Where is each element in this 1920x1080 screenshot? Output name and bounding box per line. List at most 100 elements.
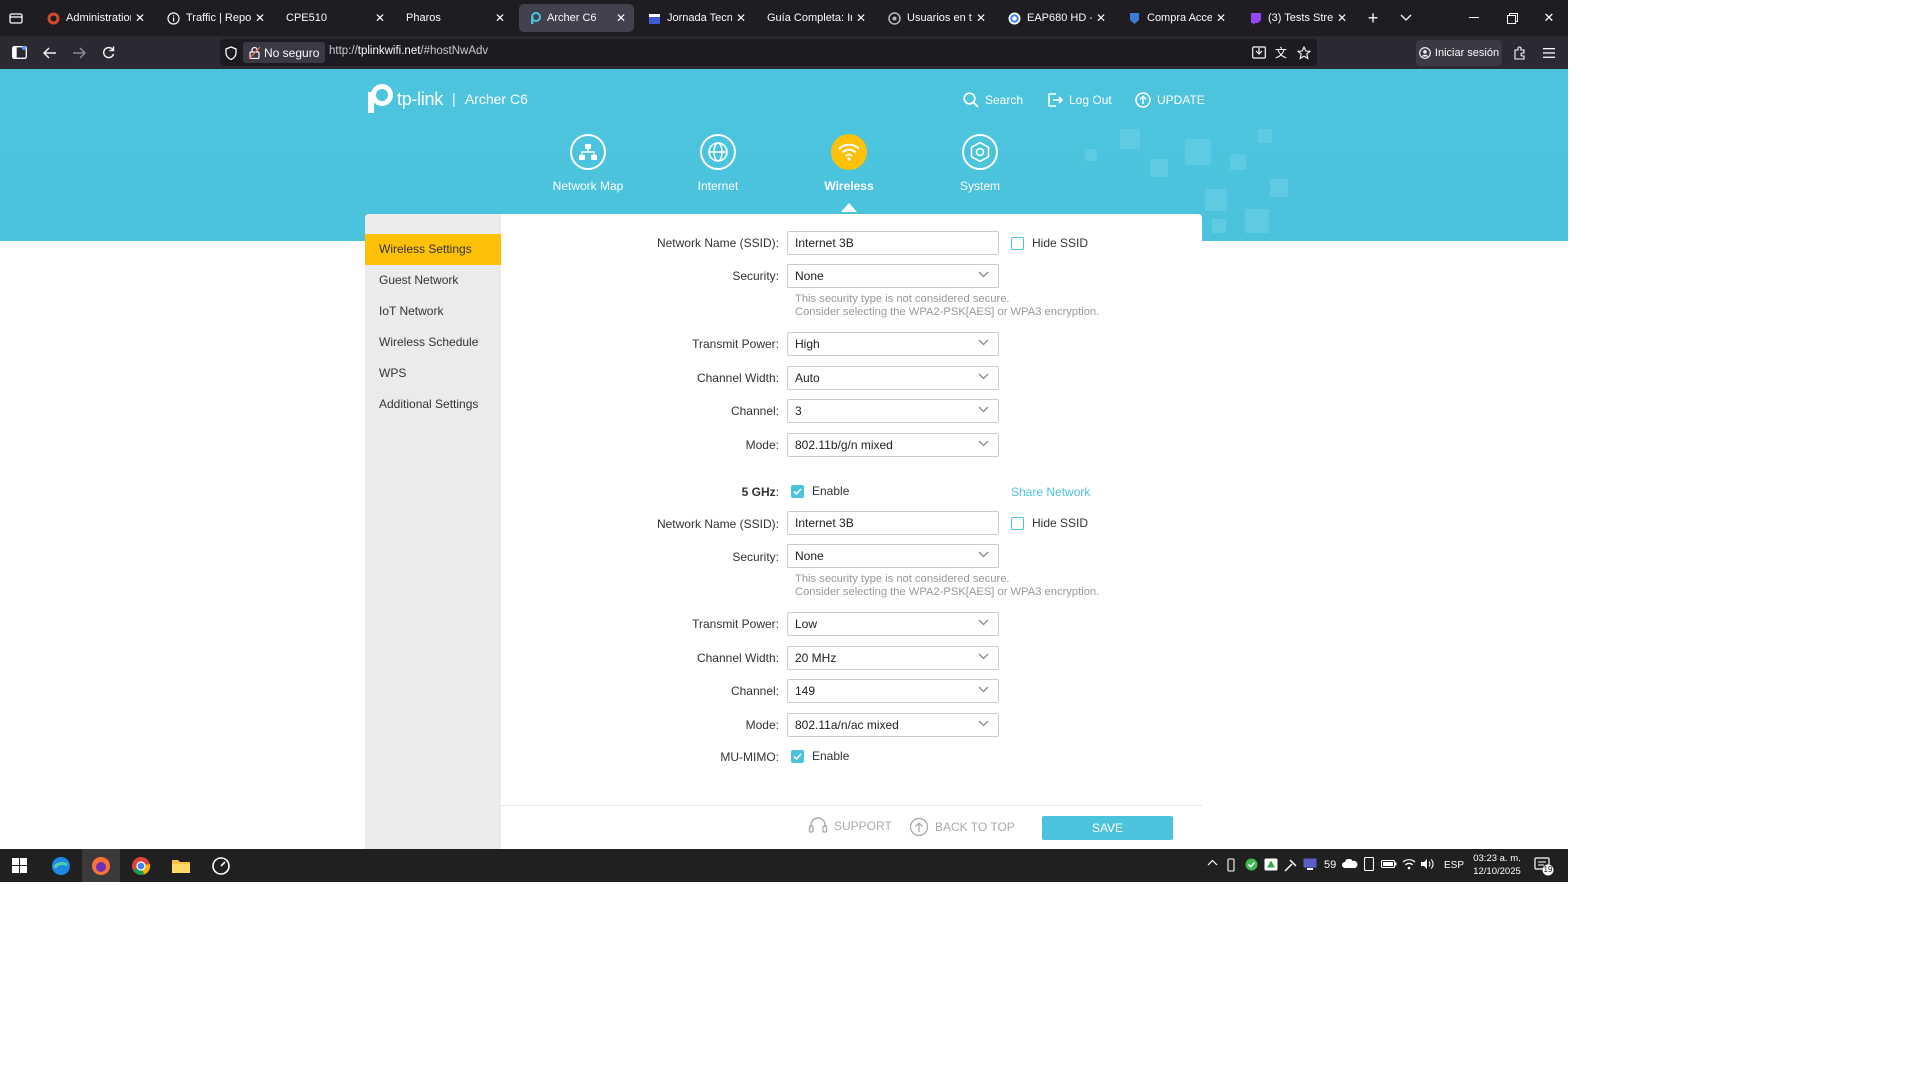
logo-separator: |	[451, 90, 456, 108]
sign-in-button[interactable]: Iniciar sesión	[1416, 40, 1502, 66]
app-menu-icon[interactable]	[1540, 44, 1558, 61]
browser-tab[interactable]: Administration | ✕	[38, 4, 153, 32]
security-select-5ghz[interactable]: None	[787, 544, 999, 568]
nav-label: System	[959, 179, 1000, 193]
nav-wireless[interactable]: Wireless	[804, 134, 894, 193]
onedrive-icon[interactable]	[1342, 859, 1358, 869]
browser-tab[interactable]: Compra Access P ✕	[1119, 4, 1234, 32]
logout-button[interactable]: Log Out	[1047, 92, 1112, 108]
url-text[interactable]: http://tplinkwifi.net/#hostNwAdv	[329, 45, 488, 57]
google-drive-icon[interactable]	[1264, 858, 1278, 871]
insecure-connection-badge[interactable]: No seguro	[243, 42, 326, 63]
url-bar[interactable]: No seguro http://tplinkwifi.net/#hostNwA…	[220, 39, 1317, 66]
close-tab-icon[interactable]: ✕	[616, 11, 626, 25]
close-tab-icon[interactable]: ✕	[1337, 11, 1347, 25]
browser-tab[interactable]: (3) Tests Stream ✕	[1240, 4, 1355, 32]
tplink-logo[interactable]: tp-link | Archer C6	[365, 84, 528, 114]
firefox-icon[interactable]	[82, 849, 120, 882]
input-language[interactable]: ESP	[1444, 860, 1464, 871]
close-tab-icon[interactable]: ✕	[135, 11, 145, 25]
support-button[interactable]: SUPPORT	[808, 817, 892, 835]
tray-counter[interactable]: 59	[1324, 859, 1336, 871]
list-tabs-icon[interactable]	[1397, 9, 1415, 27]
update-button[interactable]: UPDATE	[1135, 92, 1205, 108]
ssid-input-5ghz[interactable]: Internet 3B	[787, 511, 999, 535]
nav-network-map[interactable]: Network Map	[543, 134, 633, 193]
mode-select-24ghz[interactable]: 802.11b/g/n mixed	[787, 433, 999, 457]
close-tab-icon[interactable]: ✕	[1216, 11, 1226, 25]
battery-icon[interactable]	[1381, 859, 1397, 869]
show-hidden-icons-icon[interactable]	[1207, 859, 1218, 866]
speedometer-app-icon[interactable]	[202, 849, 240, 882]
tracking-protection-icon[interactable]	[224, 45, 238, 60]
channel-width-select-24ghz[interactable]: Auto	[787, 366, 999, 390]
ssid-input-24ghz[interactable]: Internet 3B	[787, 231, 999, 255]
edge-icon[interactable]	[42, 849, 80, 882]
channel-select-24ghz[interactable]: 3	[787, 399, 999, 423]
wifi-signal-icon[interactable]	[1402, 858, 1416, 870]
security-check-icon[interactable]	[1245, 858, 1258, 871]
minimize-icon[interactable]	[1464, 9, 1484, 27]
volume-icon[interactable]	[1420, 858, 1434, 870]
security-select-24ghz[interactable]: None	[787, 264, 999, 288]
network-tool-icon[interactable]	[1284, 858, 1298, 872]
install-app-icon[interactable]	[1251, 45, 1267, 60]
search-button[interactable]: Search	[963, 92, 1023, 108]
close-tab-icon[interactable]: ✕	[856, 11, 866, 25]
new-tab-icon[interactable]: +	[1364, 8, 1382, 28]
transmit-power-select-24ghz[interactable]: High	[787, 332, 999, 356]
channel-width-select-5ghz[interactable]: 20 MHz	[787, 646, 999, 670]
back-icon[interactable]	[40, 44, 58, 61]
mu-mimo-checkbox[interactable]: Enable	[791, 749, 849, 763]
windows-start-icon[interactable]	[0, 849, 38, 882]
notification-center-icon[interactable]: 19	[1534, 856, 1554, 876]
close-tab-icon[interactable]: ✕	[976, 11, 986, 25]
reload-icon[interactable]	[99, 44, 117, 61]
browser-tab-active[interactable]: Archer C6 ✕	[519, 4, 634, 32]
select-value: High	[795, 337, 820, 351]
sidebar-item-additional-settings[interactable]: Additional Settings	[365, 389, 501, 420]
monitor-app-icon[interactable]	[1303, 858, 1317, 871]
file-explorer-icon[interactable]	[162, 849, 200, 882]
save-button[interactable]: SAVE	[1042, 816, 1173, 840]
browser-tab[interactable]: CPE510 ✕	[278, 4, 393, 32]
enable-5ghz-checkbox[interactable]: Enable	[791, 484, 849, 498]
browser-tab[interactable]: Traffic | Reportin ✕	[158, 4, 273, 32]
hide-ssid-checkbox-24ghz[interactable]: Hide SSID	[1011, 236, 1088, 250]
translate-icon[interactable]: 文	[1273, 45, 1289, 60]
browser-tab[interactable]: EAP680 HD - Bus ✕	[999, 4, 1114, 32]
browser-tab[interactable]: Jornada Tecnolog ✕	[639, 4, 754, 32]
close-tab-icon[interactable]: ✕	[375, 11, 385, 25]
back-to-top-button[interactable]: BACK TO TOP	[909, 817, 1015, 837]
sidebar-item-guest-network[interactable]: Guest Network	[365, 265, 501, 296]
close-tab-icon[interactable]: ✕	[736, 11, 746, 25]
sidebar-item-wireless-schedule[interactable]: Wireless Schedule	[365, 327, 501, 358]
sidebar-toggle-icon[interactable]	[10, 44, 28, 61]
transmit-power-select-5ghz[interactable]: Low	[787, 612, 999, 636]
browser-tab[interactable]: Guía Completa: Inst ✕	[759, 4, 874, 32]
extensions-icon[interactable]	[1511, 44, 1529, 61]
tablet-icon[interactable]	[1364, 857, 1374, 871]
browser-tab[interactable]: Usuarios en tplin ✕	[879, 4, 994, 32]
restore-icon[interactable]	[1502, 9, 1522, 27]
browser-tab[interactable]: Pharos ✕	[398, 4, 513, 32]
hide-ssid-checkbox-5ghz[interactable]: Hide SSID	[1011, 516, 1088, 530]
usb-device-icon[interactable]	[1227, 858, 1235, 872]
close-window-icon[interactable]: ✕	[1539, 9, 1559, 27]
sidebar-item-iot-network[interactable]: IoT Network	[365, 296, 501, 327]
share-network-link[interactable]: Share Network	[1011, 485, 1090, 499]
channel-select-5ghz[interactable]: 149	[787, 679, 999, 703]
nav-system[interactable]: System	[935, 134, 1025, 193]
mode-select-5ghz[interactable]: 802.11a/n/ac mixed	[787, 713, 999, 737]
sidebar-item-wps[interactable]: WPS	[365, 358, 501, 389]
system-clock[interactable]: 03:23 a. m. 12/10/2025	[1470, 852, 1524, 878]
nav-internet[interactable]: Internet	[673, 134, 763, 193]
bookmark-star-icon[interactable]	[1296, 45, 1312, 60]
forward-icon[interactable]	[70, 44, 88, 61]
chrome-icon[interactable]	[122, 849, 160, 882]
close-tab-icon[interactable]: ✕	[1096, 11, 1106, 25]
close-tab-icon[interactable]: ✕	[495, 11, 505, 25]
sidebar-item-wireless-settings[interactable]: Wireless Settings	[365, 234, 501, 265]
close-tab-icon[interactable]: ✕	[255, 11, 265, 25]
tab-overview-icon[interactable]	[6, 9, 26, 27]
